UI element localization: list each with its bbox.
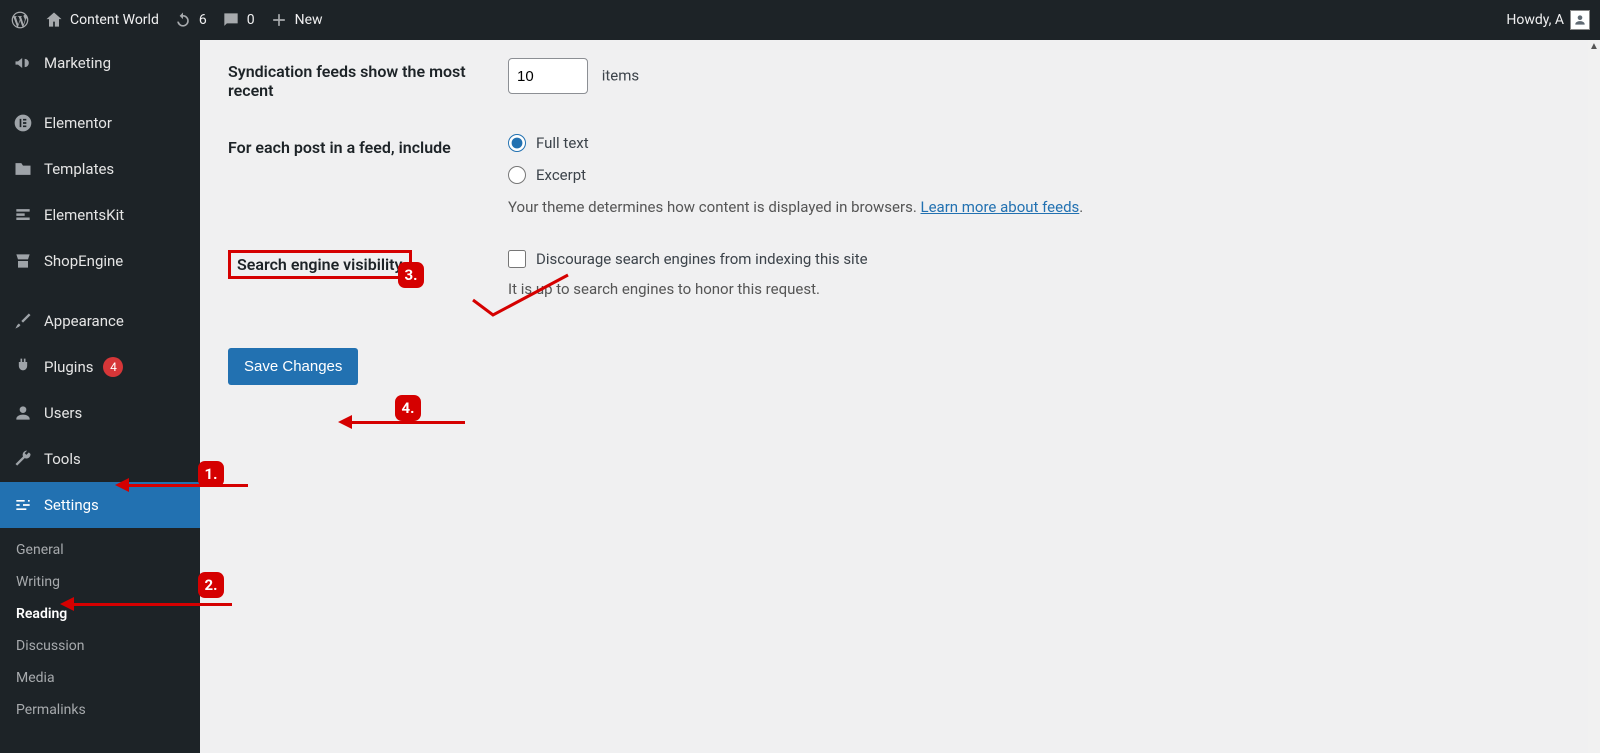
syndication-input[interactable] [508,58,588,94]
annotation-badge-1: 1. [198,461,224,487]
annotation-arrow-4-line [350,421,465,424]
feed-desc-text: Your theme determines how content is dis… [508,198,921,216]
syndication-suffix: items [602,67,639,85]
submenu-item-permalinks[interactable]: Permalinks [0,694,200,726]
site-name: Content World [70,12,159,28]
annotation-badge-2: 2. [198,572,224,598]
plugins-update-badge: 4 [103,357,123,377]
sev-label: Search engine visibility [228,250,412,279]
submenu-item-writing[interactable]: Writing [0,566,200,598]
sidebar-item-label: Templates [44,160,114,178]
comment-icon [221,10,241,30]
sidebar-item-label: ElementsKit [44,206,124,224]
sev-checkbox-row[interactable]: Discourage search engines from indexing … [508,250,1560,268]
elementskit-icon [12,204,34,226]
sidebar-item-label: ShopEngine [44,252,123,270]
megaphone-icon [12,52,34,74]
radio-full-text[interactable]: Full text [508,134,1560,152]
row-sev: Search engine visibility Discourage sear… [228,250,1560,298]
settings-submenu: General Writing Reading Discussion Media… [0,528,200,740]
radio-full-text-label: Full text [536,134,589,152]
sidebar-item-plugins[interactable]: Plugins 4 [0,344,200,390]
user-icon [12,402,34,424]
radio-excerpt-input[interactable] [508,166,526,184]
sidebar-item-marketing[interactable]: Marketing [0,40,200,86]
row-feed-include: For each post in a feed, include Full te… [228,134,1560,216]
site-link[interactable]: Content World [44,10,159,30]
comments-count: 0 [247,12,255,28]
sidebar-item-templates[interactable]: Templates [0,146,200,192]
home-icon [44,10,64,30]
avatar [1570,10,1590,30]
radio-excerpt-label: Excerpt [536,166,586,184]
wp-logo[interactable] [10,10,30,30]
radio-full-text-input[interactable] [508,134,526,152]
sidebar-item-label: Plugins [44,358,93,376]
sidebar-item-users[interactable]: Users [0,390,200,436]
radio-excerpt[interactable]: Excerpt [508,166,1560,184]
howdy-text: Howdy, A [1506,12,1564,28]
sidebar-item-appearance[interactable]: Appearance [0,298,200,344]
folder-icon [12,158,34,180]
wrench-icon [12,448,34,470]
feed-desc-link[interactable]: Learn more about feeds [921,198,1080,216]
sidebar-item-label: Settings [44,496,99,514]
scrollbar[interactable]: ▲ [1588,40,1600,753]
annotation-badge-4: 4. [395,395,421,421]
sidebar-item-tools[interactable]: Tools [0,436,200,482]
new-link[interactable]: New [269,10,323,30]
sidebar-item-elementor[interactable]: Elementor [0,100,200,146]
shop-icon [12,250,34,272]
sidebar-item-label: Elementor [44,114,112,132]
submenu-item-reading[interactable]: Reading [0,598,200,630]
scroll-up-icon[interactable]: ▲ [1588,40,1600,52]
elementor-icon [12,112,34,134]
sliders-icon [12,494,34,516]
submenu-item-general[interactable]: General [0,534,200,566]
row-syndication: Syndication feeds show the most recent i… [228,58,1560,100]
settings-content: Syndication feeds show the most recent i… [200,40,1588,753]
new-label: New [295,12,323,28]
submenu-item-discussion[interactable]: Discussion [0,630,200,662]
sidebar-item-elementskit[interactable]: ElementsKit [0,192,200,238]
howdy-link[interactable]: Howdy, A [1506,10,1590,30]
comments-link[interactable]: 0 [221,10,255,30]
sev-checkbox[interactable] [508,250,526,268]
wordpress-icon [10,10,30,30]
plus-icon [269,10,289,30]
brush-icon [12,310,34,332]
sidebar-item-label: Users [44,404,82,422]
plug-icon [12,356,34,378]
sidebar-item-label: Marketing [44,54,111,72]
sidebar-item-shopengine[interactable]: ShopEngine [0,238,200,284]
admin-bar: Content World 6 0 New Howdy, A [0,0,1600,40]
feed-include-label: For each post in a feed, include [228,134,508,157]
save-button[interactable]: Save Changes [228,348,358,385]
sev-checkbox-label: Discourage search engines from indexing … [536,250,868,268]
sidebar-item-settings[interactable]: Settings [0,482,200,528]
sidebar-item-label: Tools [44,450,81,468]
annotation-arrow-4-head [338,415,352,429]
updates-link[interactable]: 6 [173,10,207,30]
feed-desc: Your theme determines how content is dis… [508,198,1560,216]
admin-sidebar: Marketing Elementor Templates ElementsKi… [0,40,200,753]
submenu-item-media[interactable]: Media [0,662,200,694]
update-icon [173,10,193,30]
sev-desc: It is up to search engines to honor this… [508,280,1560,298]
sidebar-item-label: Appearance [44,312,124,330]
syndication-label: Syndication feeds show the most recent [228,58,508,100]
updates-count: 6 [199,12,207,28]
